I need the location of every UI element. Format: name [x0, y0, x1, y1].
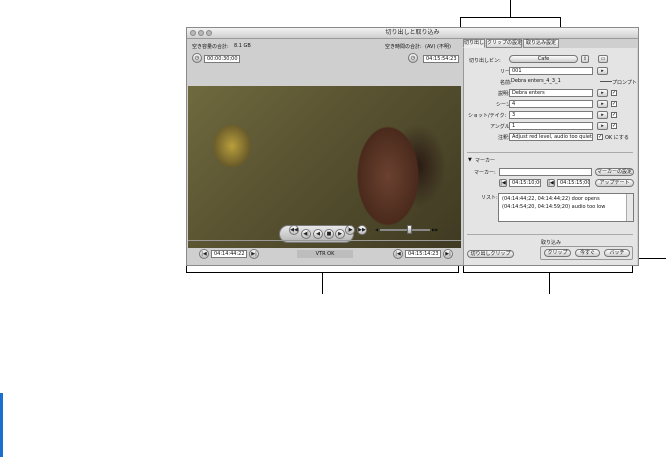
mark-good-label: OK にする [605, 135, 629, 141]
current-timecode-icon: ◷ [408, 53, 418, 63]
update-marker-button[interactable]: アップデート [595, 179, 634, 187]
window-title: 切り出しと取り込み [385, 29, 440, 36]
bottom-divider [467, 234, 633, 235]
video-preview [188, 86, 461, 248]
callout-panel-left [463, 266, 464, 273]
reel-slate-button[interactable]: ▸ [597, 67, 608, 75]
marker-field[interactable] [499, 168, 592, 176]
capture-group-label: 取り込み [541, 240, 562, 246]
play-button[interactable]: ▶ [335, 229, 345, 239]
shuttle-handle[interactable] [407, 225, 412, 234]
bin-label: 切り出しビン: [469, 58, 501, 64]
marker-out-field[interactable]: 04:15:15;00 [557, 179, 590, 187]
shot-take-label: ショット/テイク: [468, 113, 507, 119]
vtr-status: VTR OK [297, 250, 353, 258]
next-edit-button[interactable]: ▶▶ [357, 225, 367, 235]
current-timecode[interactable]: 04:15:54:23 [423, 55, 459, 63]
set-marker-button[interactable]: マーカーの設定 [595, 168, 634, 176]
callout-viewer-stem [322, 272, 323, 294]
callout-tabs-left [460, 17, 461, 27]
free-time-label: 空き時間の合計: [385, 44, 422, 50]
angle-checkbox[interactable]: ✓ [611, 123, 617, 129]
tab-clip-settings[interactable]: クリップの設定 [486, 39, 522, 48]
marker-disclosure-icon[interactable]: ▼ [468, 157, 472, 163]
callout-panel-bracket [463, 272, 633, 273]
tab-logging[interactable]: 切り出し [463, 39, 485, 48]
description-slate-button[interactable]: ▸ [597, 89, 608, 97]
shot-take-field[interactable]: 3 [509, 111, 593, 119]
free-time-value: (AV) (不明) [425, 44, 451, 50]
marker-label: マーカー: [474, 170, 496, 176]
marker-list-label: リスト: [481, 195, 498, 201]
prompt-label: プロンプト [612, 80, 637, 86]
batch-capture-button[interactable]: バッチ [604, 249, 630, 257]
scene-slate-button[interactable]: ▸ [597, 100, 608, 108]
shuttle-right-icon: ▶▶ [432, 227, 439, 232]
play-out-button[interactable]: |▶ [345, 225, 355, 235]
title-bar[interactable]: 切り出しと取り込み [187, 28, 638, 39]
mark-good-checkbox[interactable]: ✓ [597, 134, 603, 140]
log-bin-button[interactable]: Cafe [509, 55, 578, 63]
angle-field[interactable]: 1 [509, 122, 593, 130]
page-accent-bar [0, 393, 3, 457]
in-timecode[interactable]: 04:14:44:22 [211, 250, 247, 258]
go-to-in-button[interactable]: ▶| [249, 249, 259, 259]
callout-capture-horizontal [639, 258, 666, 259]
prev-edit-button[interactable]: ◀◀ [289, 225, 299, 235]
marker-in-button[interactable]: |◀ [499, 179, 507, 187]
stop-button[interactable]: ■ [324, 229, 334, 239]
callout-viewer-left [186, 266, 187, 273]
capture-clip-button[interactable]: クリップ [544, 249, 571, 257]
duration-timecode[interactable]: 00:00:30;00 [204, 55, 240, 63]
description-checkbox[interactable]: ✓ [611, 90, 617, 96]
shot-slate-button[interactable]: ▸ [597, 111, 608, 119]
duration-icon: ◷ [192, 53, 202, 63]
shuttle-track[interactable] [380, 229, 430, 231]
marker-list-scrollbar[interactable] [626, 194, 633, 221]
log-clip-button[interactable]: 切り出しクリップ [467, 250, 514, 258]
description-label: 説明: [498, 91, 510, 97]
mark-in-button[interactable]: |◀ [199, 249, 209, 259]
callout-viewer-right [458, 266, 459, 273]
mark-out-button[interactable]: ▶| [443, 249, 453, 259]
viewer-bottom-bar [188, 240, 461, 241]
panel-divider [467, 152, 633, 153]
shuttle-left-icon: ◀ [375, 227, 379, 232]
callout-panel-right [632, 266, 633, 273]
play-in-button[interactable]: ◀| [301, 229, 311, 239]
go-to-out-button[interactable]: |◀ [393, 249, 403, 259]
new-bin-button[interactable]: ▭ [598, 55, 608, 63]
callout-tabs-bracket [460, 17, 561, 18]
out-timecode[interactable]: 04:15:14:23 [405, 250, 441, 258]
log-and-capture-window: 切り出しと取り込み 空き容量の合計: 8.1 GB 空き時間の合計: (AV) … [186, 27, 639, 266]
marker-section-title: マーカー [475, 158, 496, 164]
capture-now-button[interactable]: 今すぐ [575, 249, 600, 257]
callout-tabs-right [560, 17, 561, 27]
marker-list[interactable]: (04:14:44;22, 04:14:44;22) door opens (0… [498, 193, 634, 222]
prompt-slider [600, 81, 612, 82]
note-field[interactable]: Adjust red level, audio too quiet [509, 133, 593, 141]
free-space-value: 8.1 GB [234, 43, 251, 49]
marker-out-button[interactable]: |◀ [547, 179, 555, 187]
list-item[interactable]: (04:14:54;20, 04:14:59;20) audio too low [502, 204, 605, 210]
callout-panel-stem [549, 272, 550, 294]
note-label: 注釈: [498, 135, 510, 141]
name-field[interactable]: Debra enters_4_3_1 [509, 78, 564, 86]
rewind-button[interactable]: ◀ [313, 229, 323, 239]
description-field[interactable]: Debra enters [509, 89, 593, 97]
bin-up-button[interactable]: ⇧ [581, 55, 589, 63]
scene-field[interactable]: 4 [509, 100, 593, 108]
angle-slate-button[interactable]: ▸ [597, 122, 608, 130]
list-item[interactable]: (04:14:44;22, 04:14:44;22) door opens [502, 196, 600, 202]
marker-in-field[interactable]: 04:15:10;00 [509, 179, 541, 187]
shot-checkbox[interactable]: ✓ [611, 112, 617, 118]
scene-checkbox[interactable]: ✓ [611, 101, 617, 107]
free-space-label: 空き容量の合計: [192, 44, 229, 50]
reel-field[interactable]: 001 [509, 67, 593, 75]
callout-tabs-stem [510, 0, 511, 17]
tab-capture-settings[interactable]: 取り込み設定 [523, 39, 559, 48]
